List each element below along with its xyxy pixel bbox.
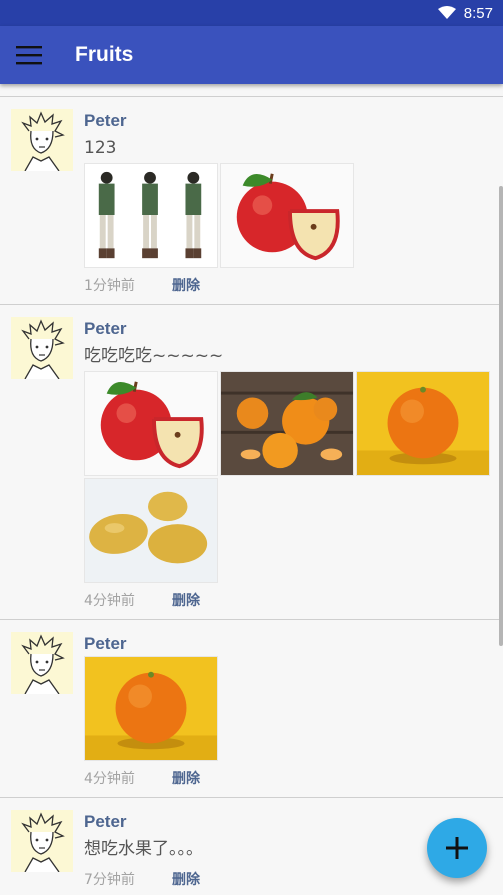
post-feed[interactable]: Peter 123 1分钟前 删除 Peter 吃吃吃吃~~~~~ 4分钟前 删除 Peter 4… [0, 84, 503, 895]
post-item: Peter 123 1分钟前 删除 [0, 97, 503, 305]
add-post-button[interactable] [427, 818, 487, 878]
post-content: Peter 4分钟前 删除 [84, 632, 503, 793]
post-item: Peter 4分钟前 删除 [0, 620, 503, 798]
delete-button[interactable]: 删除 [172, 768, 200, 788]
avatar[interactable] [11, 317, 73, 379]
mandarin-oranges-image[interactable] [220, 371, 354, 476]
app-title: Fruits [75, 43, 134, 66]
menu-button[interactable] [0, 26, 58, 84]
post-image-grid [84, 656, 494, 763]
avatar[interactable] [11, 632, 73, 694]
post-author-name[interactable]: Peter [84, 317, 503, 341]
apple-image[interactable] [220, 163, 354, 268]
post-timestamp: 1分钟前 [84, 278, 135, 294]
post-author-name[interactable]: Peter [84, 632, 503, 656]
post-meta: 4分钟前 删除 [84, 763, 503, 793]
post-content: Peter 123 1分钟前 删除 [84, 109, 503, 300]
delete-button[interactable]: 删除 [172, 590, 200, 610]
menu-icon [16, 46, 42, 65]
post-timestamp: 4分钟前 [84, 593, 135, 609]
post-timestamp: 7分钟前 [84, 872, 135, 888]
post-image-grid [84, 371, 494, 585]
post-item: Peter 吃吃吃吃~~~~~ 4分钟前 删除 [0, 305, 503, 620]
partial-post [0, 84, 503, 97]
status-time: 8:57 [463, 4, 493, 22]
delete-button[interactable]: 删除 [172, 869, 200, 889]
soldier-character-sheet-image[interactable] [84, 163, 218, 268]
orange-image[interactable] [356, 371, 490, 476]
orange-image[interactable] [84, 656, 218, 761]
plus-icon [446, 837, 468, 859]
apple-image[interactable] [84, 371, 218, 476]
post-timestamp: 4分钟前 [84, 771, 135, 787]
avatar[interactable] [11, 109, 73, 171]
lemons-image[interactable] [84, 478, 218, 583]
post-meta: 4分钟前 删除 [84, 585, 503, 615]
wifi-icon [437, 6, 456, 19]
post-text: 123 [84, 138, 117, 158]
delete-button[interactable]: 删除 [172, 275, 200, 295]
app-bar: Fruits [0, 26, 503, 84]
status-bar: 8:57 [0, 0, 503, 26]
post-author-name[interactable]: Peter [84, 109, 503, 133]
post-text: 吃吃吃吃~~~~~ [84, 346, 224, 366]
post-content: Peter 吃吃吃吃~~~~~ 4分钟前 删除 [84, 317, 503, 615]
avatar[interactable] [11, 810, 73, 872]
scrollbar[interactable] [499, 186, 503, 646]
post-image-grid [84, 163, 494, 270]
post-meta: 1分钟前 删除 [84, 270, 503, 300]
